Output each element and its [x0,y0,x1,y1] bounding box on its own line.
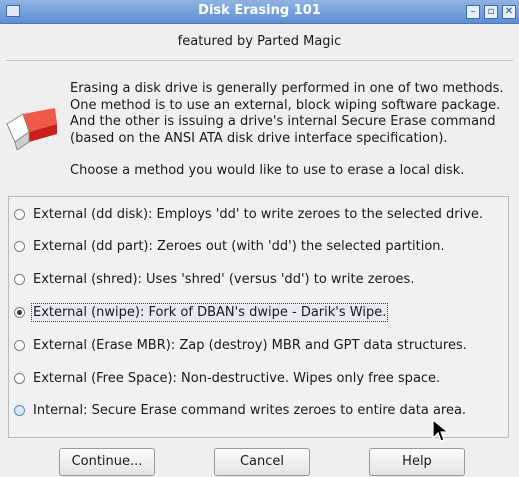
radio-button[interactable] [14,339,25,351]
minimize-button[interactable]: – [466,5,480,19]
option-label: External (Erase MBR): Zap (destroy) MBR … [33,337,467,353]
maximize-button[interactable]: ▫ [484,5,498,19]
description: Erasing a disk drive is generally perfor… [70,81,515,180]
option-label: External (Free Space): Non-destructive. … [33,370,441,386]
option-label: External (dd disk): Employs 'dd' to writ… [33,206,484,222]
option-nwipe[interactable]: External (nwipe): Fork of DBAN's dwipe -… [14,302,389,322]
option-erase-mbr[interactable]: External (Erase MBR): Zap (destroy) MBR … [14,335,467,355]
window-title: Disk Erasing 101 [198,3,321,18]
title-bar[interactable]: Disk Erasing 101 – ▫ ✕ [0,0,519,24]
radio-button-selected[interactable] [14,306,25,318]
option-label: Internal: Secure Erase command writes ze… [33,402,467,418]
divider [6,60,513,61]
option-label: External (shred): Uses 'shred' (versus '… [33,271,415,287]
option-shred[interactable]: External (shred): Uses 'shred' (versus '… [14,269,414,289]
mouse-pointer-icon [432,418,449,442]
radio-button[interactable] [14,208,25,220]
close-button[interactable]: ✕ [502,5,516,19]
choose-prompt: Choose a method you would like to use to… [70,163,465,178]
description-line: One method is to use an external, block … [70,97,501,113]
radio-button[interactable] [14,372,25,384]
description-line: Erasing a disk drive is generally perfor… [70,81,504,96]
description-line: And the other is issuing a drive's inter… [70,114,496,129]
option-label: External (dd part): Zeroes out (with 'dd… [33,238,445,254]
option-free-space[interactable]: External (Free Space): Non-destructive. … [14,368,440,388]
description-line: (based on the ANSI ATA disk drive interf… [70,130,448,146]
subtitle: featured by Parted Magic [177,34,342,49]
continue-button[interactable]: Continue... [59,448,155,476]
cancel-button[interactable]: Cancel [214,448,310,476]
option-dd-disk[interactable]: External (dd disk): Employs 'dd' to writ… [14,204,483,224]
option-dd-part[interactable]: External (dd part): Zeroes out (with 'dd… [14,236,445,256]
eraser-icon [6,108,57,150]
radio-button[interactable] [14,240,25,252]
radio-button[interactable] [14,273,25,285]
option-label: External (nwipe): Fork of DBAN's dwipe -… [30,302,389,322]
option-internal-secure-erase[interactable]: Internal: Secure Erase command writes ze… [14,400,466,420]
help-button[interactable]: Help [369,448,465,476]
radio-button[interactable] [14,404,25,416]
